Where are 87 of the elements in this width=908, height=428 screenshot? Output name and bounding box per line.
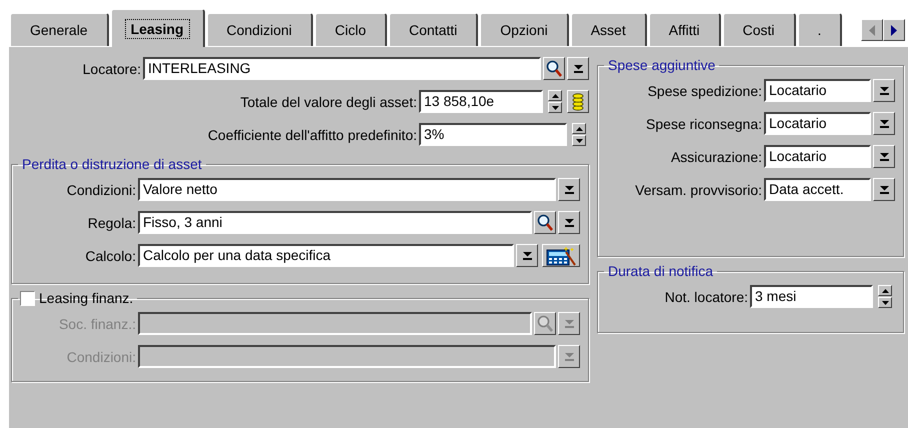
search-button[interactable] [534,211,556,234]
field-label: Coefficiente dell'affitto predefinito: [206,126,417,142]
spin-down-button[interactable] [878,297,892,308]
field-label: Locatore: [82,60,141,76]
input-field[interactable]: Locatario [764,112,871,135]
spin-down-button[interactable] [572,135,586,146]
up-arrow-icon [882,288,888,292]
checkbox-label: Leasing finanz. [39,290,134,306]
input-field[interactable] [138,312,532,335]
dropdown-arrow-icon [574,64,582,72]
right-arrow-icon [891,24,897,36]
tab[interactable]: Asset [570,13,647,46]
tab[interactable]: Generale [10,13,109,46]
input-field[interactable]: 3% [419,123,567,146]
dropdown-button[interactable] [558,312,580,335]
input-field[interactable]: Calcolo per una data specifica [138,244,514,267]
coins-button[interactable] [567,90,589,113]
dropdown-button[interactable] [558,345,580,368]
down-arrow-icon [552,106,558,110]
calculator-icon [546,246,576,266]
dropdown-button[interactable] [873,178,895,201]
dropdown-button[interactable] [873,112,895,135]
field-label: Spese spedizione: [646,82,762,98]
dropdown-button[interactable] [873,145,895,168]
dropdown-arrow-icon [880,186,888,194]
field-label: Spese riconsegna: [645,116,762,132]
tab[interactable]: . [798,13,842,46]
coins-icon [572,92,584,110]
search-icon [537,214,553,231]
spin-up-button[interactable] [878,285,892,296]
field-label: Calcolo: [84,248,136,264]
tab[interactable]: Condizioni [206,13,313,46]
down-arrow-icon [882,300,888,304]
search-icon [537,315,553,332]
scroll-left-button[interactable] [861,19,883,41]
field-label: Condizioni: [66,348,136,364]
search-button[interactable] [543,57,565,80]
spin-down-button[interactable] [548,102,562,113]
dropdown-button[interactable] [516,244,538,267]
dropdown-button[interactable] [873,79,895,102]
dropdown-button[interactable] [558,211,580,234]
tab[interactable]: Opzioni [480,13,569,46]
dropdown-button[interactable] [567,57,589,80]
tab[interactable]: Ciclo [314,13,387,46]
dropdown-arrow-icon [564,352,574,360]
down-arrow-icon [576,138,582,142]
dropdown-arrow-icon [880,120,888,128]
dropdown-arrow-icon [564,320,574,328]
tab[interactable]: Costi [722,13,796,46]
input-field[interactable]: Fisso, 3 anni [138,211,532,234]
field-label: Assicurazione: [670,148,762,164]
checkbox[interactable] [20,290,35,306]
group-title: Perdita o distruzione di asset [21,156,203,172]
input-field[interactable]: Locatario [764,79,871,102]
search-icon [546,60,562,77]
tab[interactable]: Affitti [648,13,721,46]
field-label: Condizioni: [66,182,136,198]
tab[interactable]: Leasing [110,9,204,47]
dropdown-button[interactable] [558,178,580,201]
group-title: Spese aggiuntive [607,57,716,73]
field-label: Not. locatore: [664,288,748,304]
input-field[interactable]: 13 858,10e [419,90,543,113]
spin-up-button[interactable] [572,123,586,134]
input-field[interactable] [138,345,556,368]
field-label: Totale del valore degli asset: [239,94,417,110]
up-arrow-icon [552,94,558,98]
dropdown-arrow-icon [564,218,574,226]
field-label: Versam. provvisorio: [634,182,762,198]
left-arrow-icon [869,24,875,36]
calculator-button[interactable] [542,244,580,267]
dropdown-arrow-icon [522,252,532,260]
scroll-right-button[interactable] [883,19,905,41]
dropdown-arrow-icon [880,152,888,160]
group-title: Durata di notifica [607,263,714,279]
input-field[interactable]: 3 mesi [750,285,873,308]
field-label: Soc. finanz.: [58,316,136,332]
field-label: Regola: [86,214,136,230]
tab[interactable]: Contatti [389,13,478,46]
input-field[interactable]: Data accett. [764,178,871,201]
input-field[interactable]: Valore netto [138,178,556,201]
up-arrow-icon [576,126,582,130]
dropdown-arrow-icon [880,86,888,94]
search-button[interactable] [534,312,556,335]
spin-up-button[interactable] [548,90,562,101]
dropdown-arrow-icon [564,186,574,194]
input-field[interactable]: INTERLEASING [143,57,541,80]
input-field[interactable]: Locatario [764,145,871,168]
